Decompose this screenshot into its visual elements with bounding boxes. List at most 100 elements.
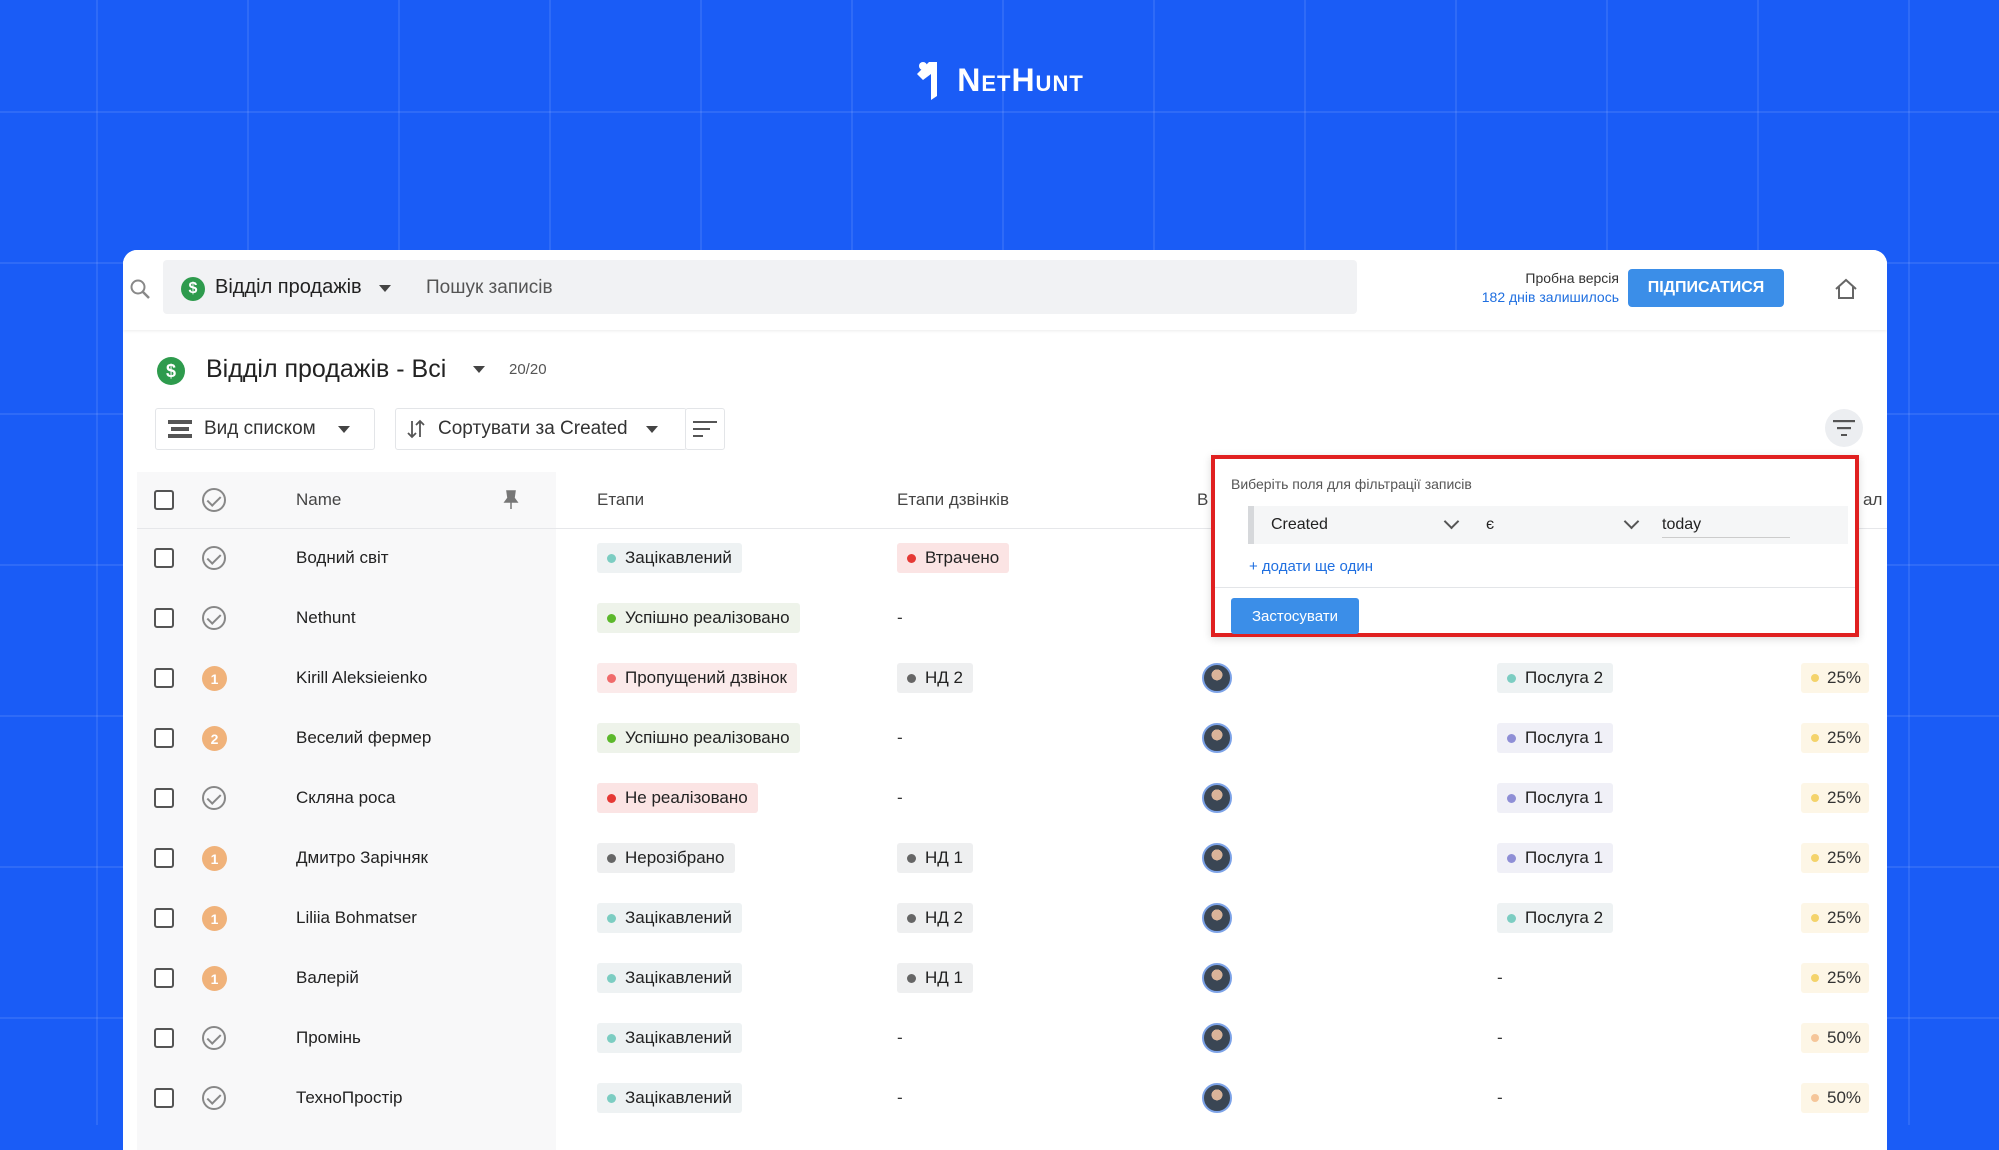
service-chip: Послуга 2 — [1497, 903, 1614, 933]
trial-days-left[interactable]: 182 днів залишилось — [1482, 289, 1619, 305]
filter-operator-select[interactable]: є — [1486, 516, 1494, 534]
record-name[interactable]: Kirill Aleksieienko — [296, 668, 427, 688]
list-view-button[interactable]: Вид списком — [155, 408, 375, 450]
status-count-badge: 1 — [202, 906, 227, 931]
column-header-stages[interactable]: Етапи — [597, 490, 644, 510]
column-header-partial-right[interactable]: ал — [1863, 490, 1882, 510]
stage-chip: Успішно реалізовано — [597, 603, 800, 633]
row-checkbox[interactable] — [154, 1088, 174, 1108]
search-icon[interactable] — [129, 278, 151, 300]
record-name[interactable]: Скляна роса — [296, 788, 395, 808]
column-header-call-stages[interactable]: Етапи дзвінків — [897, 490, 1009, 510]
avatar[interactable] — [1202, 903, 1232, 933]
stage-chip: Не реалізовано — [597, 783, 758, 813]
chevron-down-icon[interactable] — [1443, 513, 1460, 530]
apply-filter-button[interactable]: Застосувати — [1231, 598, 1359, 634]
status-done-icon — [202, 1086, 226, 1110]
table-row[interactable]: Промінь Зацікавлений - - 50% — [137, 1008, 1887, 1068]
pin-icon[interactable] — [503, 490, 519, 510]
column-header-partial[interactable]: В — [1197, 490, 1208, 510]
status-done-icon — [202, 546, 226, 570]
avatar[interactable] — [1202, 783, 1232, 813]
search-input[interactable]: Пошук записів — [426, 277, 553, 299]
caret-down-icon[interactable] — [473, 366, 485, 373]
app-window: $ Відділ продажів Пошук записів Пробна в… — [123, 250, 1887, 1150]
call-stage-chip: Втрачено — [897, 543, 1010, 573]
dollar-icon: $ — [157, 357, 185, 385]
table-row[interactable]: 1 Liliia Bohmatser Зацікавлений НД 2 Пос… — [137, 888, 1887, 948]
probability-chip: 25% — [1801, 843, 1870, 873]
table-row[interactable]: 1 Kirill Aleksieienko Пропущений дзвінок… — [137, 648, 1887, 708]
record-name[interactable]: Веселий фермер — [296, 728, 431, 748]
probability-chip: 25% — [1801, 963, 1870, 993]
status-done-icon — [202, 1026, 226, 1050]
record-name[interactable]: Валерій — [296, 968, 359, 988]
status-count-badge: 1 — [202, 666, 227, 691]
table-row[interactable]: Скляна роса Не реалізовано - Послуга 1 2… — [137, 768, 1887, 828]
stage-chip: Успішно реалізовано — [597, 723, 800, 753]
row-checkbox[interactable] — [154, 788, 174, 808]
call-stage-empty: - — [897, 788, 903, 807]
filter-button[interactable] — [1825, 409, 1863, 447]
record-name[interactable]: Nethunt — [296, 608, 356, 628]
filter-value-input[interactable]: today — [1662, 516, 1790, 538]
sort-direction-button[interactable] — [685, 408, 725, 450]
list-view-label: Вид списком — [204, 418, 316, 439]
row-checkbox[interactable] — [154, 908, 174, 928]
sort-label: Сортувати за Created — [438, 418, 628, 439]
select-all-checkbox[interactable] — [154, 490, 174, 510]
table-row[interactable]: 2 Веселий фермер Успішно реалізовано - П… — [137, 708, 1887, 768]
filter-field-select[interactable]: Created — [1271, 516, 1328, 534]
row-checkbox[interactable] — [154, 728, 174, 748]
column-header-name[interactable]: Name — [296, 490, 341, 510]
caret-down-icon — [645, 425, 658, 433]
table-row[interactable]: 1 Дмитро Зарічняк Нерозібрано НД 1 Послу… — [137, 828, 1887, 888]
avatar[interactable] — [1202, 723, 1232, 753]
avatar[interactable] — [1202, 1023, 1232, 1053]
chevron-down-icon[interactable] — [1623, 513, 1640, 530]
view-title[interactable]: Відділ продажів - Всі — [206, 355, 446, 384]
home-icon[interactable] — [1833, 276, 1859, 302]
row-checkbox[interactable] — [154, 608, 174, 628]
sort-button[interactable]: Сортувати за Created — [395, 408, 687, 450]
record-name[interactable]: ТехноПростір — [296, 1088, 403, 1108]
table-row[interactable]: 1 Валерій Зацікавлений НД 1 - 25% — [137, 948, 1887, 1008]
row-checkbox[interactable] — [154, 968, 174, 988]
caret-down-icon[interactable] — [379, 285, 391, 292]
caret-down-icon — [337, 425, 350, 433]
row-checkbox[interactable] — [154, 548, 174, 568]
row-checkbox[interactable] — [154, 668, 174, 688]
nethunt-logo-icon — [917, 62, 938, 100]
call-stage-chip: НД 2 — [897, 903, 973, 933]
sort-lines-icon — [693, 421, 717, 437]
service-empty: - — [1497, 1088, 1503, 1107]
status-count-badge: 2 — [202, 726, 227, 751]
status-count-badge: 1 — [202, 846, 227, 871]
avatar[interactable] — [1202, 663, 1232, 693]
record-name[interactable]: Промінь — [296, 1028, 361, 1048]
filter-popup-title: Виберіть поля для фільтрації записів — [1231, 476, 1472, 492]
record-count: 20/20 — [509, 361, 547, 378]
call-stage-empty: - — [897, 608, 903, 627]
record-name[interactable]: Дмитро Зарічняк — [296, 848, 428, 868]
call-stage-empty: - — [897, 1028, 903, 1047]
record-name[interactable]: Водний світ — [296, 548, 389, 568]
avatar[interactable] — [1202, 1083, 1232, 1113]
sort-icon — [407, 419, 425, 439]
service-chip: Послуга 1 — [1497, 723, 1614, 753]
call-stage-chip: НД 1 — [897, 963, 973, 993]
probability-chip: 25% — [1801, 723, 1870, 753]
status-done-icon — [202, 606, 226, 630]
avatar[interactable] — [1202, 963, 1232, 993]
record-name[interactable]: Liliia Bohmatser — [296, 908, 417, 928]
row-checkbox[interactable] — [154, 1028, 174, 1048]
add-filter-link[interactable]: + додати ще один — [1249, 558, 1373, 575]
table-row[interactable]: ТехноПростір Зацікавлений - - 50% — [137, 1068, 1887, 1128]
subscribe-button[interactable]: ПІДПИСАТИСЯ — [1628, 269, 1784, 307]
database-selector[interactable]: Відділ продажів — [215, 276, 362, 299]
stage-chip: Зацікавлений — [597, 903, 742, 933]
service-empty: - — [1497, 1028, 1503, 1047]
row-checkbox[interactable] — [154, 848, 174, 868]
probability-chip: 25% — [1801, 783, 1870, 813]
avatar[interactable] — [1202, 843, 1232, 873]
